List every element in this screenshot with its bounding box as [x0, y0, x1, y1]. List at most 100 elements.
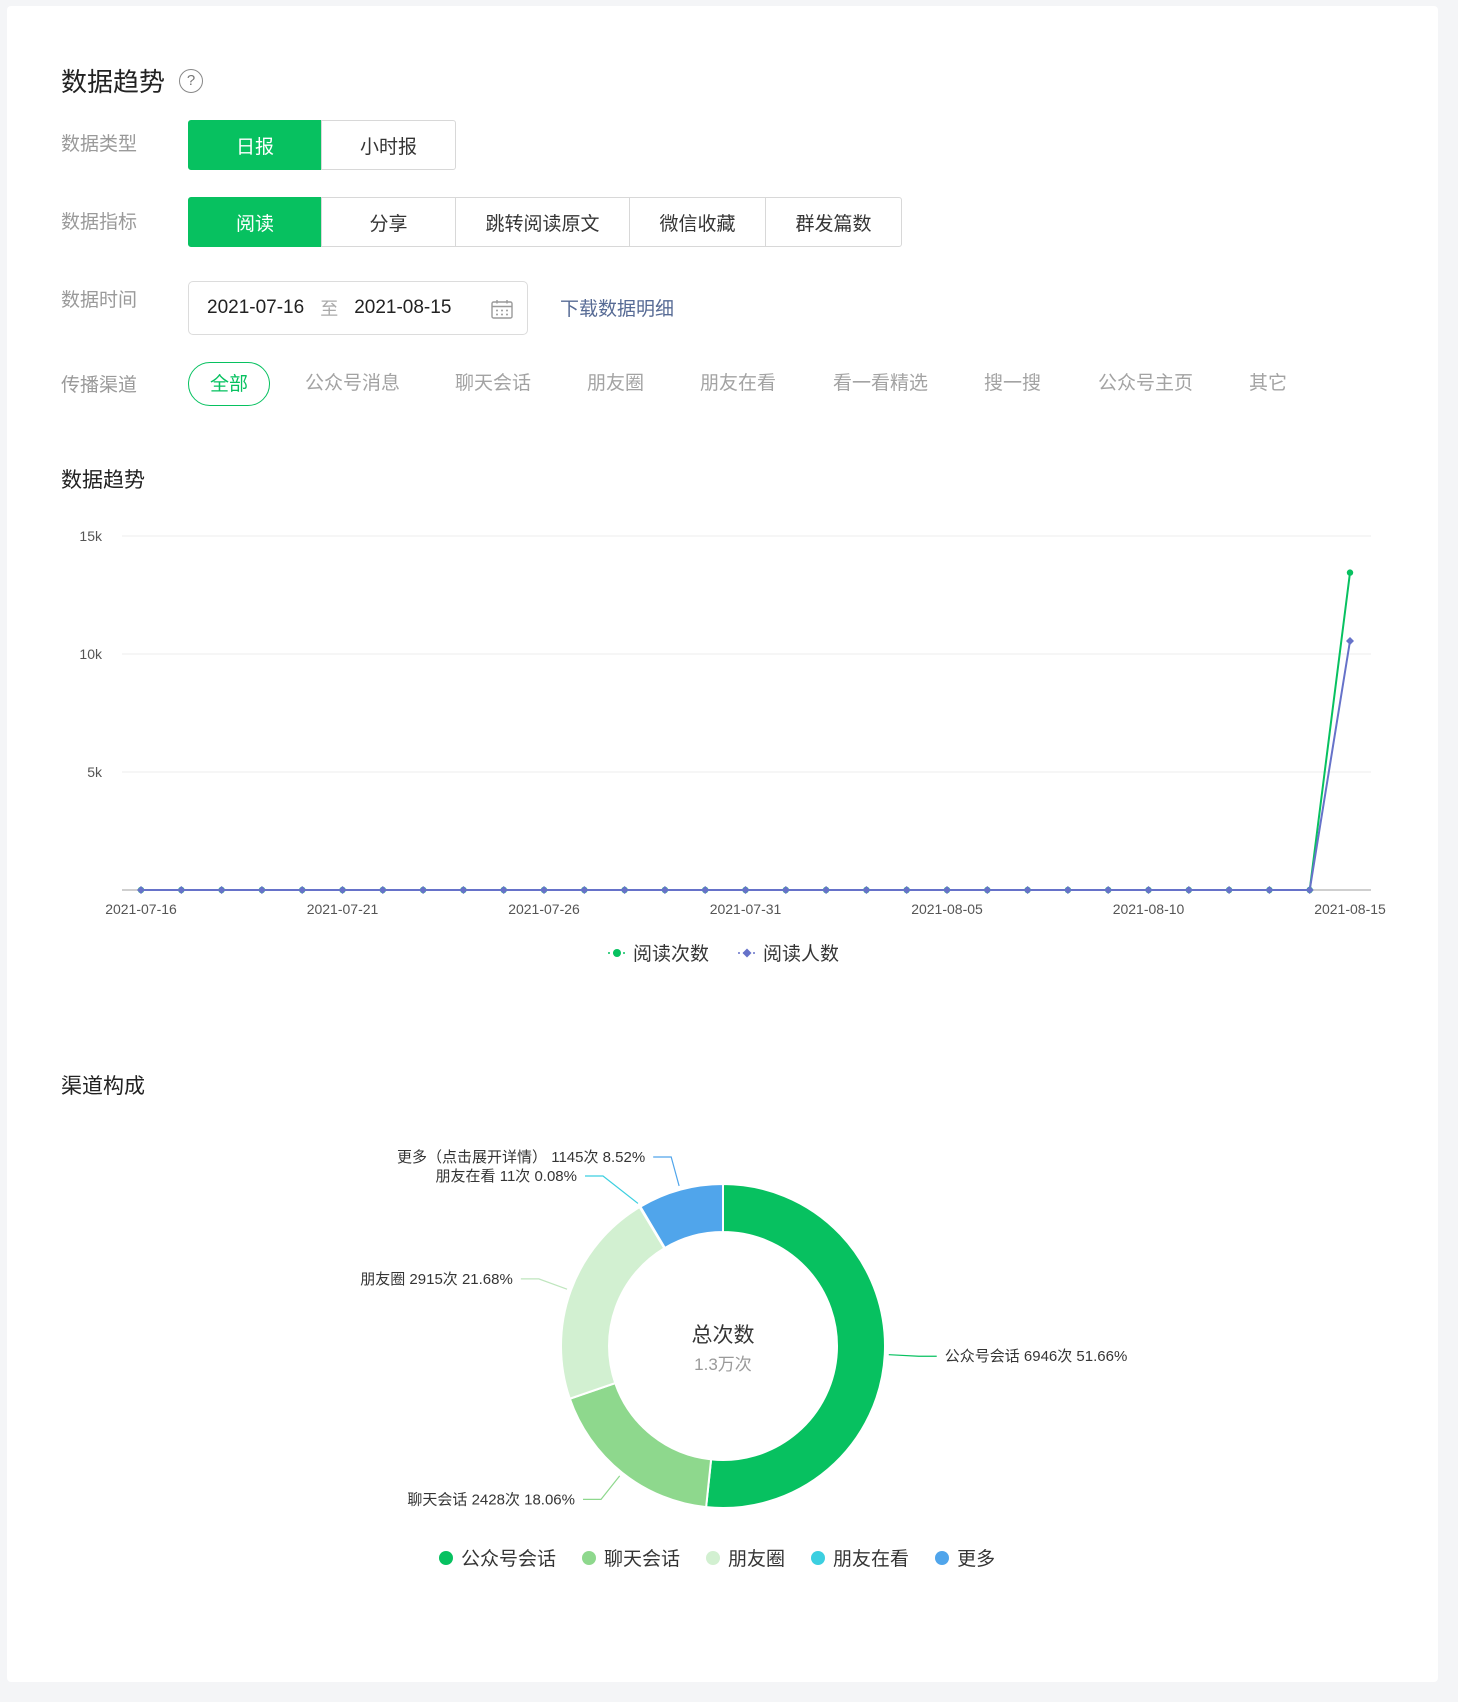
data-point[interactable] [620, 886, 629, 894]
slice-label: 朋友在看 11次 0.08% [436, 1168, 577, 1185]
date-separator: 至 [320, 299, 339, 320]
data-point[interactable] [741, 886, 750, 894]
data-point[interactable] [1265, 886, 1274, 894]
x-tick-label: 2021-07-31 [710, 901, 782, 917]
trend-legend: 阅读次数 阅读人数 [607, 939, 867, 966]
channel-account-home[interactable]: 公众号主页 [1098, 362, 1193, 406]
channel-top-stories[interactable]: 看一看精选 [833, 362, 928, 406]
help-circle-icon[interactable]: ? [179, 68, 204, 93]
calendar-icon[interactable] [491, 299, 513, 319]
data-type-label: 数据类型 [61, 133, 138, 155]
data-point[interactable] [217, 886, 226, 894]
data-point[interactable] [902, 886, 911, 894]
x-tick-label: 2021-08-10 [1113, 901, 1185, 917]
donut-center-title: 总次数 [692, 1324, 755, 1347]
metric-read-original-button[interactable]: 跳转阅读原文 [455, 197, 630, 247]
data-point[interactable] [1023, 886, 1032, 894]
metric-read-button[interactable]: 阅读 [188, 197, 322, 247]
time-label: 数据时间 [61, 289, 138, 311]
legend-circle-marker-icon [608, 948, 626, 957]
data-point[interactable] [459, 886, 468, 894]
data-point[interactable] [943, 886, 951, 894]
legend-item[interactable]: 阅读人数 [737, 939, 839, 966]
data-point[interactable] [822, 886, 831, 894]
page-title: 数据趋势 ? [61, 62, 204, 99]
data-point[interactable] [419, 886, 428, 894]
data-point[interactable] [781, 886, 790, 894]
donut-slice[interactable] [560, 1205, 666, 1401]
data-point[interactable] [499, 886, 508, 894]
data-point[interactable] [1305, 886, 1314, 894]
legend-dot-icon [582, 1550, 597, 1565]
legend-item[interactable]: 朋友圈 [706, 1544, 785, 1571]
data-point[interactable] [338, 886, 347, 894]
channel-friends-wow[interactable]: 朋友在看 [700, 362, 776, 406]
slice-label: 更多（点击展开详情） 1145次 8.52% [397, 1149, 645, 1166]
leader-line [653, 1156, 680, 1187]
trend-line-chart: 5k 10k 15k 2021-07-16 2021-07-21 2021-07-26 20… [79, 528, 1386, 917]
data-type-hourly-button[interactable]: 小时报 [321, 120, 456, 170]
data-point[interactable] [1104, 886, 1113, 894]
channel-chat[interactable]: 聊天会话 [455, 362, 531, 406]
channel-moments[interactable]: 朋友圈 [587, 362, 644, 406]
data-point[interactable] [983, 886, 992, 894]
data-point[interactable] [660, 886, 669, 894]
channel-search[interactable]: 搜一搜 [984, 362, 1041, 406]
date-range-picker[interactable]: 2021-07-16 至 2021-08-15 [188, 281, 528, 335]
metric-articles-button[interactable]: 群发篇数 [765, 197, 902, 247]
legend-item[interactable]: 更多 [935, 1544, 995, 1571]
channel-all[interactable]: 全部 [188, 362, 270, 406]
data-type-segment: 日报 小时报 [188, 120, 456, 170]
data-point[interactable] [580, 886, 589, 894]
data-point[interactable] [1063, 886, 1072, 894]
data-point[interactable] [862, 886, 871, 894]
data-point[interactable] [1225, 886, 1234, 894]
x-tick-label: 2021-08-05 [911, 901, 983, 917]
legend-label: 朋友圈 [728, 1548, 786, 1570]
channel-donut-chart: 公众号会话 6946次 51.66% 聊天会话 2428次 18.06% 朋友圈 2… [360, 1149, 1128, 1509]
x-tick-label: 2021-07-21 [307, 901, 379, 917]
channel-other[interactable]: 其它 [1249, 362, 1287, 406]
y-tick-label: 5k [87, 764, 103, 780]
data-type-daily-button[interactable]: 日报 [188, 120, 322, 170]
channel-account-message[interactable]: 公众号消息 [305, 362, 400, 406]
main-card: 数据趋势 ? 数据类型 日报 小时报 数据指标 阅读 分享 跳转阅读原文 微信收… [7, 6, 1438, 1682]
legend-label: 更多 [957, 1548, 996, 1570]
data-point[interactable] [137, 886, 145, 894]
legend-dot-icon [935, 1550, 950, 1565]
data-point[interactable] [298, 886, 307, 894]
data-point[interactable] [1184, 886, 1193, 894]
data-point[interactable] [1346, 637, 1354, 646]
metric-segment: 阅读 分享 跳转阅读原文 微信收藏 群发篇数 [188, 197, 902, 247]
legend-label: 朋友在看 [833, 1548, 910, 1570]
legend-item[interactable]: 公众号会话 [439, 1544, 556, 1571]
leader-line [888, 1354, 937, 1357]
page-title-text: 数据趋势 [61, 68, 166, 98]
legend-diamond-marker-icon [738, 948, 757, 957]
legend-dot-icon [706, 1550, 721, 1565]
slice-label: 公众号会话 6946次 51.66% [945, 1348, 1128, 1365]
y-tick-label: 15k [79, 528, 103, 544]
leader-line [520, 1278, 568, 1290]
leader-line [585, 1175, 639, 1204]
data-point[interactable] [177, 886, 186, 894]
legend-item[interactable]: 朋友在看 [811, 1544, 909, 1571]
data-point[interactable] [1346, 569, 1354, 576]
x-tick-label: 2021-07-16 [105, 901, 177, 917]
metric-favorite-button[interactable]: 微信收藏 [629, 197, 766, 247]
data-point[interactable] [257, 886, 266, 894]
legend-item[interactable]: 阅读次数 [607, 939, 709, 966]
start-date: 2021-07-16 [207, 297, 305, 318]
legend-item[interactable]: 聊天会话 [582, 1544, 680, 1571]
data-point[interactable] [540, 886, 548, 894]
legend-dot-icon [811, 1550, 826, 1565]
y-tick-label: 10k [79, 646, 103, 662]
composition-section-title: 渠道构成 [61, 1074, 145, 1098]
end-date: 2021-08-15 [354, 297, 452, 318]
metric-share-button[interactable]: 分享 [321, 197, 456, 247]
download-detail-link[interactable]: 下载数据明细 [560, 294, 674, 321]
data-point[interactable] [701, 886, 710, 894]
data-point[interactable] [378, 886, 387, 894]
data-point[interactable] [1144, 886, 1153, 894]
donut-slice[interactable] [568, 1381, 713, 1509]
